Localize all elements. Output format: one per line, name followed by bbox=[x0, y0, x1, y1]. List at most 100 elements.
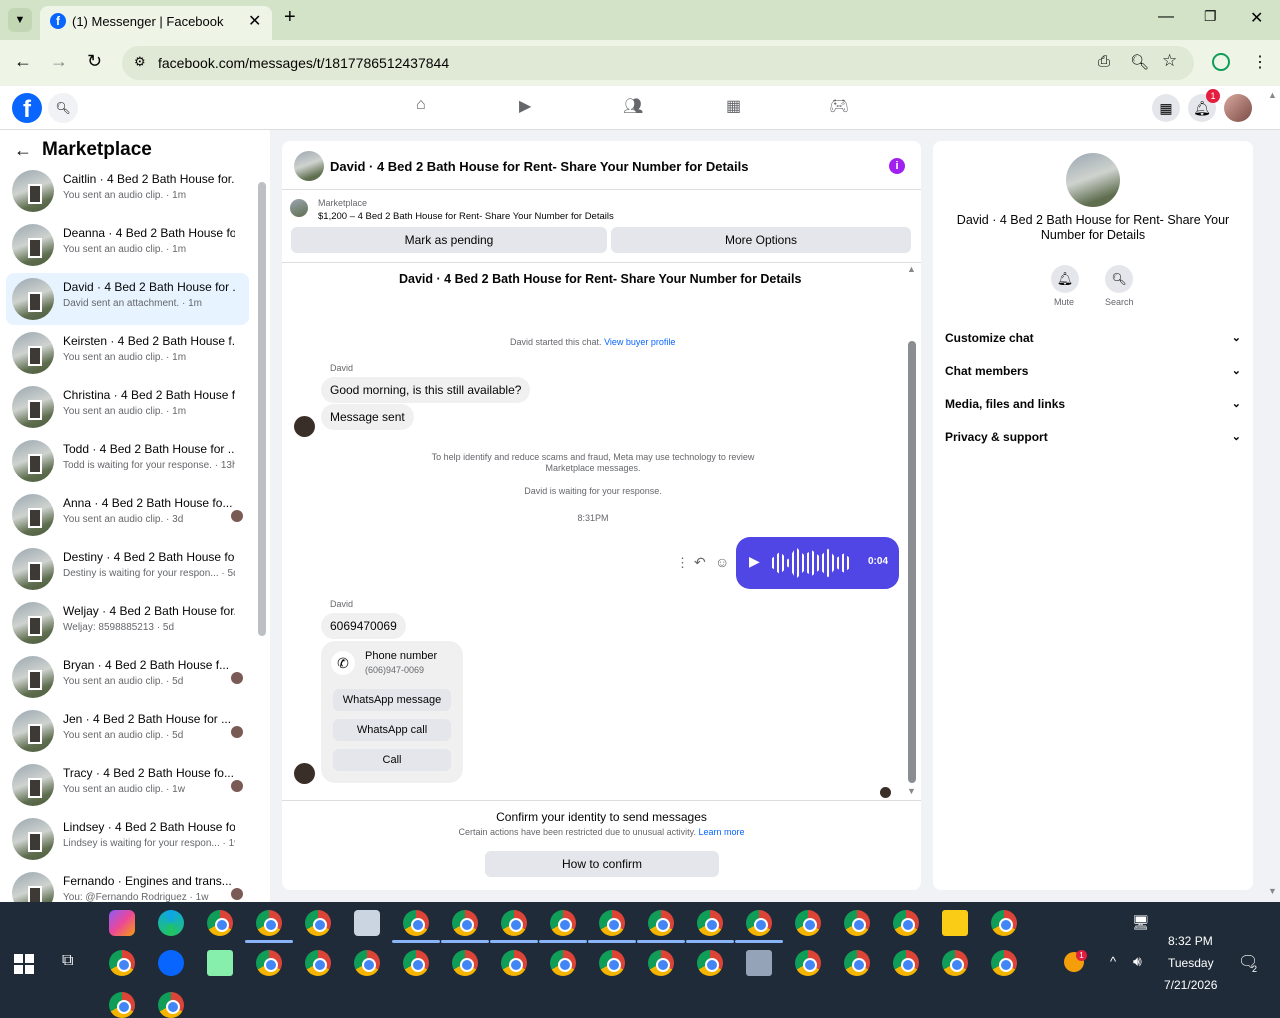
new-tab-button[interactable]: + bbox=[284, 6, 296, 29]
incoming-message[interactable]: Message sent bbox=[321, 404, 414, 430]
chrome-icon[interactable] bbox=[893, 950, 919, 976]
tab-search-button[interactable]: ▼ bbox=[8, 8, 32, 32]
customize-chat-section[interactable]: Customize chat ⌄ bbox=[945, 331, 1241, 345]
facebook-icon[interactable] bbox=[158, 950, 184, 976]
chrome-icon[interactable] bbox=[648, 950, 674, 976]
scroll-up-icon[interactable]: ▲ bbox=[907, 264, 916, 274]
chrome-icon[interactable] bbox=[550, 910, 576, 936]
file-explorer-icon[interactable] bbox=[942, 910, 968, 936]
gaming-icon[interactable]: 🎮︎ bbox=[829, 96, 849, 116]
video-icon[interactable]: ▶ bbox=[519, 96, 531, 116]
info-avatar[interactable] bbox=[1066, 153, 1120, 207]
bookmark-star-icon[interactable]: ☆ bbox=[1162, 51, 1177, 71]
clock-day[interactable]: Tuesday bbox=[1168, 956, 1214, 970]
conversation-item[interactable]: Caitlin · 4 Bed 2 Bath House for... You s… bbox=[6, 165, 249, 217]
chrome-icon[interactable] bbox=[403, 910, 429, 936]
chrome-icon[interactable] bbox=[697, 950, 723, 976]
chat-scrollbar[interactable] bbox=[908, 341, 916, 783]
chrome-icon[interactable] bbox=[256, 910, 282, 936]
chrome-icon[interactable] bbox=[795, 910, 821, 936]
react-icon[interactable]: ☺ bbox=[715, 554, 729, 570]
windows-start-icon[interactable] bbox=[14, 954, 34, 974]
audio-message[interactable]: ▶ 0:04 bbox=[736, 537, 899, 589]
sender-avatar[interactable] bbox=[294, 763, 315, 784]
chrome-icon[interactable] bbox=[648, 910, 674, 936]
media-files-section[interactable]: Media, files and links ⌄ bbox=[945, 397, 1241, 411]
chrome-icon[interactable] bbox=[991, 950, 1017, 976]
conversation-item[interactable]: Anna · 4 Bed 2 Bath House fo... You sent … bbox=[6, 489, 249, 541]
call-button[interactable]: Call bbox=[333, 749, 451, 771]
chrome-icon[interactable] bbox=[305, 910, 331, 936]
conversation-item[interactable]: Christina · 4 Bed 2 Bath House f... You s… bbox=[6, 381, 249, 433]
browser-tab[interactable]: f (1) Messenger | Facebook ✕ bbox=[40, 6, 272, 40]
conversation-item[interactable]: Jen · 4 Bed 2 Bath House for ... You sent… bbox=[6, 705, 249, 757]
reload-icon[interactable]: ↻ bbox=[87, 51, 102, 72]
how-to-confirm-button[interactable]: How to confirm bbox=[485, 851, 719, 877]
zoom-icon[interactable]: 🔍︎ bbox=[1130, 53, 1149, 71]
chrome-icon[interactable] bbox=[942, 950, 968, 976]
friends-icon[interactable]: 👥︎ bbox=[623, 96, 643, 116]
site-info-icon[interactable]: ⚙ bbox=[134, 54, 146, 70]
chat-members-section[interactable]: Chat members ⌄ bbox=[945, 364, 1241, 378]
chrome-icon[interactable] bbox=[844, 910, 870, 936]
app-icon[interactable] bbox=[354, 910, 380, 936]
back-icon[interactable]: ← bbox=[14, 51, 32, 72]
chrome-icon[interactable] bbox=[991, 910, 1017, 936]
page-scroll-up-icon[interactable]: ▲ bbox=[1268, 90, 1277, 100]
mark-pending-button[interactable]: Mark as pending bbox=[291, 227, 607, 253]
chrome-icon[interactable] bbox=[158, 992, 184, 1018]
chevron-up-icon[interactable]: ^ bbox=[1110, 954, 1116, 969]
chrome-icon[interactable] bbox=[599, 950, 625, 976]
volume-icon[interactable]: 🔊︎ bbox=[1133, 953, 1142, 970]
learn-more-link[interactable]: Learn more bbox=[698, 827, 744, 837]
conversation-item[interactable]: Todd · 4 Bed 2 Bath House for ... Todd is… bbox=[6, 435, 249, 487]
whatsapp-message-button[interactable]: WhatsApp message bbox=[333, 689, 451, 711]
remote-desktop-icon[interactable] bbox=[746, 950, 772, 976]
clock-date[interactable]: 7/21/2026 bbox=[1164, 978, 1217, 992]
chrome-icon[interactable] bbox=[109, 992, 135, 1018]
search-icon[interactable]: 🔍︎ bbox=[48, 93, 78, 123]
notepad-icon[interactable] bbox=[207, 950, 233, 976]
privacy-support-section[interactable]: Privacy & support ⌄ bbox=[945, 430, 1241, 444]
sender-avatar[interactable] bbox=[294, 416, 315, 437]
info-icon[interactable]: i bbox=[889, 158, 905, 174]
restore-button[interactable]: ❐ bbox=[1204, 8, 1217, 25]
chrome-icon[interactable] bbox=[452, 910, 478, 936]
conversation-item[interactable]: Keirsten · 4 Bed 2 Bath House f... You se… bbox=[6, 327, 249, 379]
conversation-item[interactable]: Deanna · 4 Bed 2 Bath House fo... You sen… bbox=[6, 219, 249, 271]
task-view-icon[interactable]: ⧉ bbox=[62, 952, 73, 970]
close-window-button[interactable]: ✕ bbox=[1250, 8, 1263, 28]
chrome-icon[interactable] bbox=[501, 950, 527, 976]
clock-time[interactable]: 8:32 PM bbox=[1168, 934, 1213, 948]
more-actions-icon[interactable]: ⋮ bbox=[676, 555, 689, 571]
edge-icon[interactable] bbox=[158, 910, 184, 936]
chrome-icon[interactable] bbox=[844, 950, 870, 976]
listing-title[interactable]: $1,200 – 4 Bed 2 Bath House for Rent- Sh… bbox=[318, 211, 614, 222]
whatsapp-call-button[interactable]: WhatsApp call bbox=[333, 719, 451, 741]
marketplace-icon[interactable]: ▦ bbox=[726, 96, 741, 116]
chat-title[interactable]: David · 4 Bed 2 Bath House for Rent- Sha… bbox=[330, 159, 749, 174]
profile-icon[interactable] bbox=[1212, 53, 1230, 71]
facebook-logo-icon[interactable]: f bbox=[12, 93, 42, 123]
forward-icon[interactable]: → bbox=[50, 51, 68, 72]
chrome-icon[interactable] bbox=[256, 950, 282, 976]
reply-icon[interactable]: ↶ bbox=[694, 554, 706, 571]
chrome-icon[interactable] bbox=[452, 950, 478, 976]
minimize-button[interactable]: — bbox=[1158, 8, 1174, 26]
more-options-button[interactable]: More Options bbox=[611, 227, 911, 253]
chrome-icon[interactable] bbox=[599, 910, 625, 936]
page-scroll-down-icon[interactable]: ▼ bbox=[1268, 886, 1277, 896]
phone-number-card[interactable]: ✆ Phone number (606)947-0069 WhatsApp me… bbox=[321, 641, 463, 783]
chrome-icon[interactable] bbox=[550, 950, 576, 976]
chrome-icon[interactable] bbox=[746, 910, 772, 936]
conversation-item[interactable]: Lindsey · 4 Bed 2 Bath House fo... Lindse… bbox=[6, 813, 249, 865]
listing-thumbnail[interactable] bbox=[290, 199, 308, 217]
incoming-message[interactable]: Good morning, is this still available? bbox=[321, 377, 531, 403]
address-bar[interactable]: ⚙ facebook.com/messages/t/18177865124378… bbox=[122, 46, 1194, 80]
conversation-item[interactable]: Weljay · 4 Bed 2 Bath House for... Weljay… bbox=[6, 597, 249, 649]
chrome-icon[interactable] bbox=[697, 910, 723, 936]
chrome-icon[interactable] bbox=[109, 950, 135, 976]
account-avatar[interactable] bbox=[1224, 94, 1252, 122]
play-icon[interactable]: ▶ bbox=[749, 553, 760, 570]
back-arrow-icon[interactable]: ← bbox=[14, 140, 32, 161]
